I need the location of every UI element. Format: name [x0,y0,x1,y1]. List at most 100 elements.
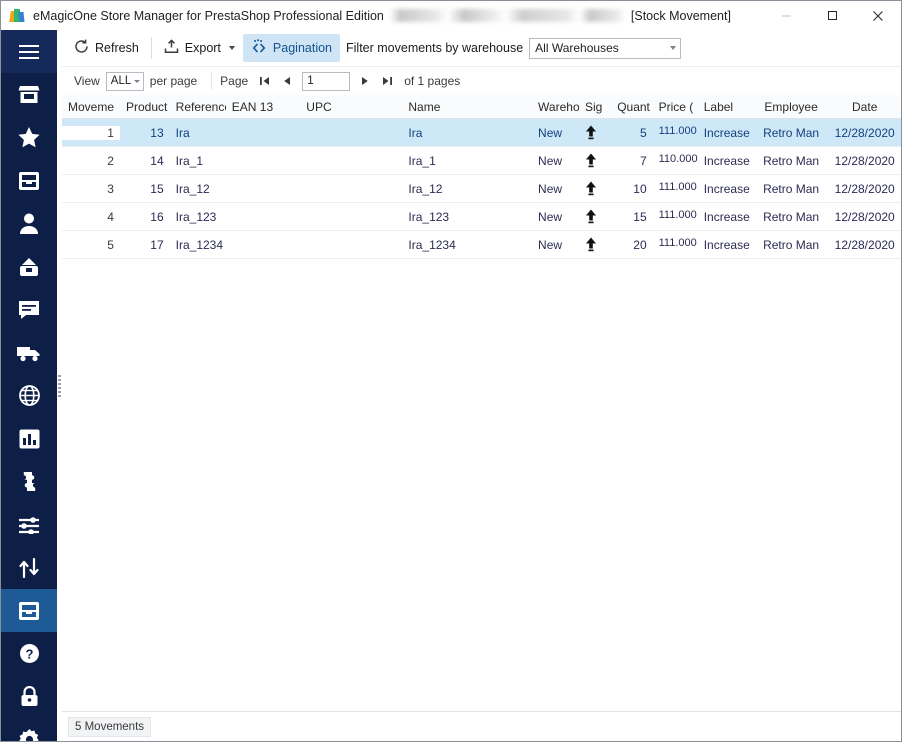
arrow-up-icon [585,237,605,252]
grid-body: 1 13 Ira Ira New 5 111.000 Increase Retro Man 12/… [62,119,901,259]
sidebar-item-security[interactable] [1,675,57,718]
title-bar: eMagicOne Store Manager for PrestaShop P… [1,1,901,31]
table-row[interactable]: 5 17 Ira_1234 Ira_1234 New 20 111.000 Increase R… [62,231,901,259]
cell-label: Increase [703,209,750,224]
page-number-input[interactable]: 1 [302,71,351,91]
cell-employee: Retro Man [763,125,820,140]
table-row[interactable]: 2 14 Ira_1 Ira_1 New 7 110.000 Increase Retro Ma… [62,147,901,175]
close-button[interactable] [855,1,901,30]
app-title: eMagicOne Store Manager for PrestaShop P… [33,8,384,23]
sidebar-item-preferences[interactable] [1,503,57,546]
cell-reference: Ira_123 [175,209,217,224]
minimize-button[interactable] [763,1,809,30]
sidebar-item-orders[interactable] [1,245,57,288]
arrow-up-icon [585,125,605,140]
grid-header-date[interactable]: Date [828,100,901,114]
sidebar-item-help[interactable]: ? [1,632,57,675]
table-row[interactable]: 4 16 Ira_123 Ira_123 New 15 111.000 Increase Ret… [62,203,901,231]
cell-reference: Ira_1234 [175,237,224,252]
cell-movement: 3 [107,181,114,196]
sidebar-item-addons[interactable] [1,460,57,503]
cell-movement: 2 [107,153,114,168]
grid-header-reference[interactable]: Reference [170,100,226,114]
first-page-button[interactable] [254,71,276,91]
grid-header-name[interactable]: Name [402,100,532,114]
cell-label: Increase [703,153,750,168]
app-logo-icon [9,8,25,24]
splitter-grip [58,375,61,397]
grid-header-movement[interactable]: Moveme [62,100,120,114]
grid-header-product[interactable]: Product [120,100,170,114]
pagination-label: Pagination [272,41,332,55]
maximize-button[interactable] [809,1,855,30]
sidebar-item-stock[interactable] [1,589,57,632]
price-value: 111.000 [658,125,697,137]
cell-employee: Retro Man [763,237,820,252]
grid-header-warehouse[interactable]: Warehou [532,100,579,114]
cell-warehouse: New [538,153,563,168]
toolbar-separator [150,37,152,59]
arrow-up-icon [585,153,605,168]
sidebar-item-statistics[interactable] [1,417,57,460]
gear-icon [18,729,40,741]
status-bar: 5 Movements [62,711,901,741]
grid-header-price[interactable]: Price ( [653,100,698,114]
grid-header-upc[interactable]: UPC [300,100,402,114]
price-value: 111.000 [658,181,697,193]
prev-page-button[interactable] [276,71,298,91]
sidebar-item-messages[interactable] [1,288,57,331]
grid-header-ean13[interactable]: EAN 13 [226,100,301,114]
svg-text:?: ? [25,646,33,661]
sidebar-item-catalog[interactable] [1,159,57,202]
grid-header-employee[interactable]: Employee [754,100,829,114]
sidebar: ? [1,30,57,741]
chevron-down-icon [133,79,140,83]
export-button[interactable]: Export [156,34,243,62]
cell-product: 15 [150,181,164,196]
sidebar-item-customers[interactable] [1,202,57,245]
cell-warehouse: New [538,125,563,140]
warehouse-select-value: All Warehouses [535,41,619,55]
next-page-button[interactable] [354,71,376,91]
per-page-select[interactable]: ALL [105,71,144,91]
arrow-up-icon [585,181,605,196]
warehouse-select[interactable]: All Warehouses [529,37,682,59]
cell-price: 111.000 [653,210,698,224]
export-icon [164,39,179,57]
cell-date: 12/28/2020 [834,125,895,140]
cell-quantity: 7 [639,153,647,168]
chevron-down-icon[interactable] [228,46,235,50]
last-page-button[interactable] [376,71,398,91]
truck-icon [17,344,41,362]
sidebar-item-settings[interactable] [1,718,57,741]
pagination-button[interactable]: Pagination [242,34,340,62]
redacted-license-text [389,9,625,22]
cell-warehouse: New [538,209,563,224]
chat-icon [18,300,40,320]
document-title: [Stock Movement] [630,8,731,23]
sidebar-item-import-export[interactable] [1,546,57,589]
sidebar-item-shipping[interactable] [1,331,57,374]
sidebar-item-store[interactable] [1,73,57,116]
cell-label: Increase [703,181,750,196]
sidebar-item-localization[interactable] [1,374,57,417]
cell-price: 111.000 [653,182,698,196]
cell-movement: 5 [107,237,114,252]
grid-header-quantity[interactable]: Quant [611,100,652,114]
globe-icon [18,385,40,406]
cell-quantity: 5 [639,125,647,140]
table-row[interactable]: 1 13 Ira Ira New 5 111.000 Increase Retro Man 12/… [62,119,901,147]
star-icon [18,127,40,148]
puzzle-icon [19,471,40,492]
sidebar-item-favorites[interactable] [1,116,57,159]
export-label: Export [184,41,221,55]
table-row[interactable]: 3 15 Ira_12 Ira_12 New 10 111.000 Increase Retro… [62,175,901,203]
grid-header-label[interactable]: Label [698,100,754,114]
grid-header-sign[interactable]: Sig [579,100,611,114]
record-count-status: 5 Movements [68,716,152,737]
cell-date: 12/28/2020 [834,237,895,252]
refresh-button[interactable]: Refresh [66,34,147,62]
cell-name: Ira_1 [408,153,436,168]
sidebar-item-menu-toggle[interactable] [1,30,57,73]
cell-label: Increase [703,125,750,140]
